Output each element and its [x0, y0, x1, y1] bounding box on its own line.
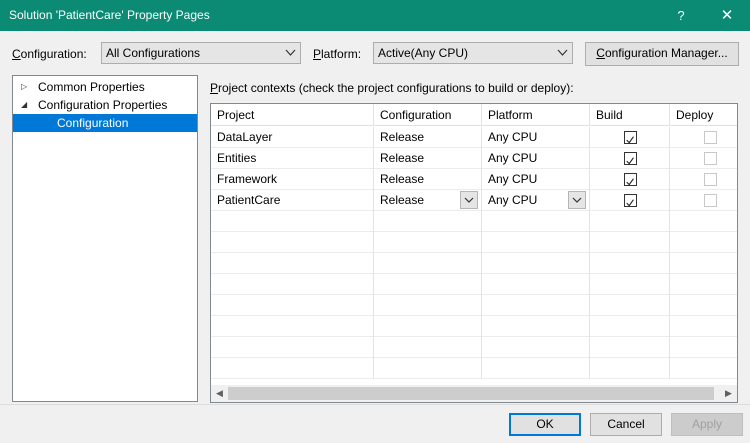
table-row[interactable]: PatientCare Release Any CPU [211, 190, 737, 211]
configuration-cell[interactable]: Release [374, 190, 482, 211]
deploy-checkbox[interactable] [704, 173, 717, 186]
checkmark-icon [626, 157, 634, 165]
column-header-platform: Platform [482, 104, 590, 126]
empty-row [211, 253, 737, 274]
project-cell: DataLayer [211, 127, 374, 148]
tree-item-label: Configuration Properties [38, 98, 168, 112]
project-contexts-caption: Project contexts (check the project conf… [210, 81, 574, 95]
platform-dropdown-value: Active(Any CPU) [378, 46, 469, 60]
table-row[interactable]: Entities Release Any CPU [211, 148, 737, 169]
configuration-cell[interactable]: Release [374, 148, 482, 169]
tree-item-configuration-properties[interactable]: ◢ Configuration Properties [13, 96, 197, 114]
chevron-down-icon [464, 197, 474, 203]
empty-row [211, 316, 737, 337]
table-row[interactable]: DataLayer Release Any CPU [211, 127, 737, 148]
build-checkbox[interactable] [624, 131, 637, 144]
column-header-build: Build [590, 104, 670, 126]
window-title: Solution 'PatientCare' Property Pages [9, 8, 210, 22]
empty-row [211, 211, 737, 232]
checkmark-icon [626, 178, 634, 186]
deploy-checkbox[interactable] [704, 131, 717, 144]
tree-item-configuration[interactable]: Configuration [13, 114, 197, 132]
build-checkbox[interactable] [624, 152, 637, 165]
platform-cell[interactable]: Any CPU [482, 127, 590, 148]
grid-header: Project Configuration Platform Build Dep… [211, 104, 737, 126]
platform-cell[interactable]: Any CPU [482, 148, 590, 169]
platform-cell[interactable]: Any CPU [482, 169, 590, 190]
deploy-cell [670, 127, 737, 148]
configuration-cell-dropdown[interactable] [460, 191, 478, 209]
build-cell [590, 127, 670, 148]
chevron-down-icon [572, 197, 582, 203]
platform-label: Platform: [313, 47, 362, 61]
horizontal-scrollbar[interactable]: ◀ ▶ [211, 385, 737, 402]
configuration-cell-value: Release [380, 193, 425, 207]
project-cell: PatientCare [211, 190, 374, 211]
deploy-cell [670, 169, 737, 190]
scroll-left-icon[interactable]: ◀ [211, 385, 228, 402]
platform-cell-dropdown[interactable] [568, 191, 586, 209]
property-tree: ▷ Common Properties ◢ Configuration Prop… [12, 75, 198, 402]
project-cell: Entities [211, 148, 374, 169]
build-checkbox[interactable] [624, 194, 637, 207]
tree-item-common-properties[interactable]: ▷ Common Properties [13, 78, 197, 96]
title-bar: Solution 'PatientCare' Property Pages ? … [0, 0, 750, 31]
close-button[interactable]: ✕ [704, 0, 750, 31]
ok-button[interactable]: OK [509, 413, 581, 436]
configuration-manager-button[interactable]: Configuration Manager... [585, 42, 739, 66]
build-checkbox[interactable] [624, 173, 637, 186]
empty-row [211, 358, 737, 379]
configuration-dropdown-value: All Configurations [106, 46, 201, 60]
chevron-down-icon [285, 49, 296, 56]
project-cell: Framework [211, 169, 374, 190]
scrollbar-thumb[interactable] [228, 387, 714, 400]
platform-cell-value: Any CPU [488, 193, 538, 207]
project-contexts-grid: Project Configuration Platform Build Dep… [210, 103, 738, 403]
build-cell [590, 190, 670, 211]
build-cell [590, 169, 670, 190]
platform-cell[interactable]: Any CPU [482, 190, 590, 211]
empty-row [211, 295, 737, 316]
help-button[interactable]: ? [658, 0, 704, 31]
configuration-label: Configuration: [12, 47, 87, 61]
collapse-arrow-icon[interactable]: ◢ [21, 96, 27, 114]
checkmark-icon [626, 199, 634, 207]
apply-button[interactable]: Apply [671, 413, 743, 436]
platform-dropdown[interactable]: Active(Any CPU) [373, 42, 573, 64]
configuration-cell[interactable]: Release [374, 127, 482, 148]
tree-item-label: Common Properties [38, 80, 145, 94]
column-header-configuration: Configuration [374, 104, 482, 126]
deploy-cell [670, 148, 737, 169]
build-cell [590, 148, 670, 169]
divider [0, 404, 750, 405]
configuration-dropdown[interactable]: All Configurations [101, 42, 301, 64]
expand-arrow-icon[interactable]: ▷ [21, 78, 27, 96]
deploy-checkbox[interactable] [704, 152, 717, 165]
empty-row [211, 274, 737, 295]
scroll-right-icon[interactable]: ▶ [720, 385, 737, 402]
table-row[interactable]: Framework Release Any CPU [211, 169, 737, 190]
configuration-cell[interactable]: Release [374, 169, 482, 190]
column-header-project: Project [211, 104, 374, 126]
checkmark-icon [626, 136, 634, 144]
column-header-deploy: Deploy [670, 104, 737, 126]
empty-row [211, 232, 737, 253]
chevron-down-icon [557, 49, 568, 56]
deploy-checkbox[interactable] [704, 194, 717, 207]
empty-row [211, 337, 737, 358]
deploy-cell [670, 190, 737, 211]
tree-item-label: Configuration [57, 116, 129, 130]
cancel-button[interactable]: Cancel [590, 413, 662, 436]
